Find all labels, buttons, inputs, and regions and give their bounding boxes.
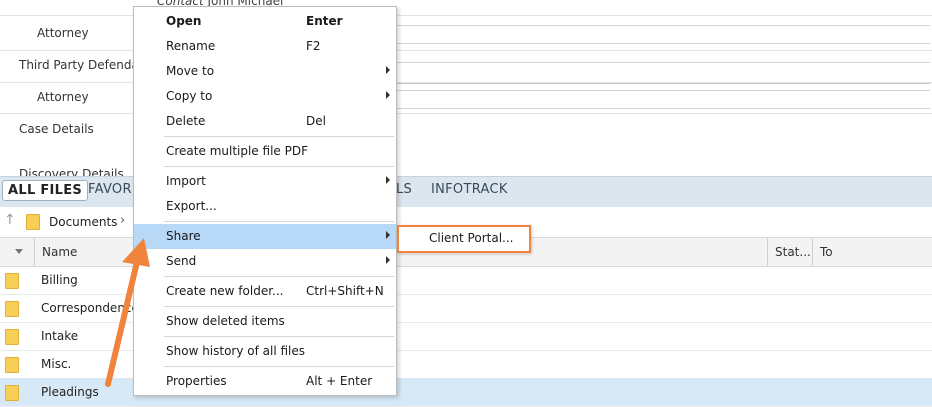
annotation-arrow-icon bbox=[105, 238, 150, 387]
